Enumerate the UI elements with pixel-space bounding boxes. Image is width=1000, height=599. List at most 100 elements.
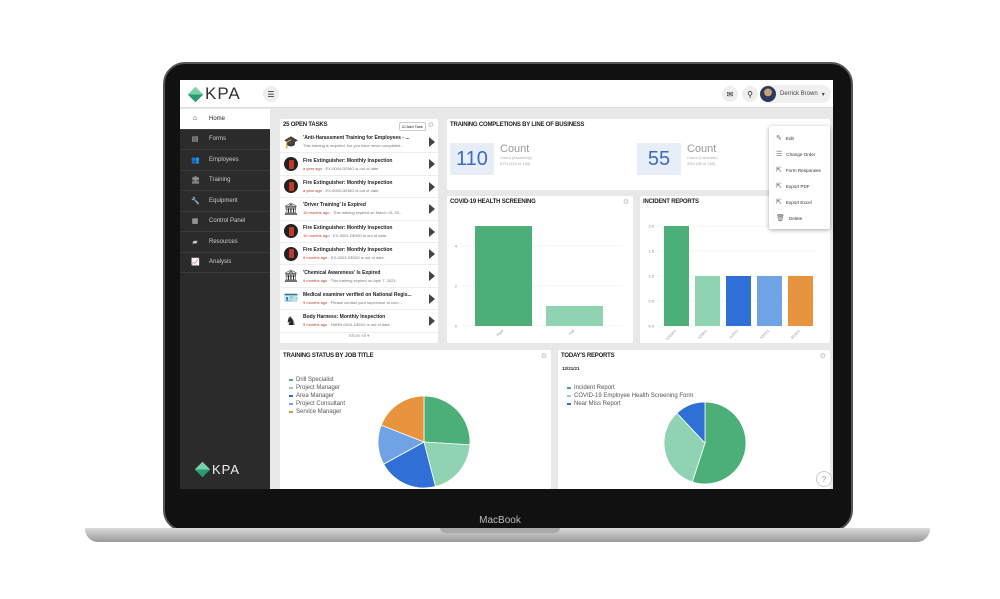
task-item[interactable]: Fire Extinguisher: Monthly Inspection 10 … [280, 221, 438, 243]
task-item[interactable]: Fire Extinguisher: Monthly Inspection a y… [280, 176, 438, 199]
bar [726, 276, 751, 326]
sidebar-item-label: Equipment [209, 197, 238, 204]
panel-title: TRAINING COMPLETIONS BY LINE OF BUSINESS [450, 122, 585, 128]
task-item[interactable]: 🎓 'Anti-Harassment Training for Employees… [280, 131, 438, 154]
play-arrow-icon[interactable] [429, 226, 435, 237]
menu-item-export-excel[interactable]: ⇱ Export Excel [769, 194, 830, 210]
extinguisher-icon [282, 177, 300, 195]
sidebar-item-home[interactable]: ⌂ Home [180, 109, 270, 130]
task-title: Fire Extinguisher: Monthly Inspection [303, 179, 393, 186]
play-arrow-icon[interactable] [429, 316, 435, 327]
task-item[interactable]: 🏛 'Driver Training' Is Expired 10 months a… [280, 198, 438, 221]
task-age: 9 months ago [303, 277, 328, 283]
y-tick-label: 4 [455, 244, 458, 249]
chevron-down-icon: ▾ [821, 91, 825, 98]
play-arrow-icon[interactable] [429, 181, 435, 192]
task-item[interactable]: 🪪 Medical examiner verified on National R… [280, 288, 438, 311]
menu-item-label: Change Order [786, 151, 816, 157]
sidebar-item-training[interactable]: 🏛 Training [180, 171, 270, 191]
task-item[interactable]: 🏛 'Chemical Awareness' Is Expired 9 months… [280, 265, 438, 288]
bar [546, 306, 603, 326]
search-icon[interactable]: ⚲ [742, 86, 758, 102]
external-icon: ⇱ [776, 199, 782, 206]
task-title: Medical examiner verified on National Re… [303, 291, 412, 298]
sidebar-item-analysis[interactable]: 📈 Analysis [180, 253, 270, 273]
top-header: KPA ☰ ✉ ⚲ Derrick Brown ▾ [180, 80, 833, 108]
add-task-label: Add Task [406, 124, 423, 129]
avatar [760, 86, 776, 102]
gear-icon[interactable]: ⚙ [541, 352, 547, 360]
task-age: 9 months ago [303, 255, 328, 261]
external-icon: ⇱ [776, 183, 782, 190]
help-icon[interactable]: ? [816, 471, 832, 487]
play-arrow-icon[interactable] [429, 293, 435, 304]
legend-swatch [567, 403, 571, 405]
task-detail: · HARN-0015-DEMO is out of date. [327, 322, 391, 328]
sidebar-item-equipment[interactable]: 🔧 Equipment [180, 191, 270, 212]
task-detail: · EX-0001-DEMO is out of date. [329, 232, 388, 238]
legend-item: Project Consultant [289, 400, 345, 408]
task-item[interactable]: ♞ Body Harness: Monthly Inspection 9 month… [280, 310, 438, 333]
legend-swatch [289, 411, 293, 413]
menu-item-export-pdf[interactable]: ⇱ Export PDF [769, 178, 830, 194]
mail-icon[interactable]: ✉ [722, 86, 738, 102]
legend-swatch [289, 403, 293, 405]
gear-icon[interactable]: ⚙ [820, 352, 826, 360]
task-detail: · EX-0003-DEMO is out of date. [327, 255, 385, 261]
sidebar-item-employees[interactable]: 👥 Employees [180, 150, 270, 171]
menu-item-change-order[interactable]: ☰ Change Order [769, 146, 830, 162]
task-title: 'Anti-Harassment Training for Employees … [303, 135, 410, 142]
kpa-diamond-icon [194, 461, 211, 478]
training-status-panel: TRAINING STATUS BY JOB TITLE ⚙ Drill Spe… [280, 350, 551, 489]
building-icon: 🏛 [283, 269, 299, 284]
play-arrow-icon[interactable] [429, 159, 435, 170]
task-age: 9 months ago [303, 322, 328, 328]
legend-label: COVID-19 Employee Health Screening Form [574, 393, 694, 399]
gear-icon[interactable]: ⚙ [623, 198, 629, 206]
x-tick-label: 12/20/21 [665, 329, 677, 341]
user-menu[interactable]: Derrick Brown ▾ [760, 85, 831, 103]
sidebar: ⌂ Home ▤ Forms 👥 Employees 🏛 Training 🔧 Equipment… [180, 109, 270, 489]
sidebar-item-label: Employees [209, 156, 239, 163]
gear-icon[interactable]: ⚙ [428, 121, 434, 129]
task-age: a year ago [303, 187, 322, 193]
edit-icon: ✎ [776, 135, 782, 142]
sidebar-item-resources[interactable]: ▰ Resources [180, 232, 270, 253]
training-status-pie [378, 396, 471, 489]
extinguisher-icon [282, 155, 300, 173]
play-arrow-icon[interactable] [429, 204, 435, 215]
sidebar-item-control-panel[interactable]: ▦ Control Panel [180, 212, 270, 232]
sidebar-item-label: Home [209, 115, 226, 122]
menu-item-edit[interactable]: ✎ Edit [769, 130, 830, 146]
sidebar-item-label: Training [209, 177, 231, 184]
open-tasks-panel: 25 OPEN TASKS ☑ Add Task ⚙ 🎓 'Anti-Harass… [280, 119, 438, 343]
sidebar-item-forms[interactable]: ▤ Forms [180, 130, 270, 150]
y-tick-label: 2 [455, 284, 458, 289]
task-item[interactable]: Fire Extinguisher: Monthly Inspection a y… [280, 153, 438, 176]
y-tick-label: 0.0 [648, 324, 654, 329]
menu-item-form-responses[interactable]: ⇱ Form Responses [769, 162, 830, 178]
menu-item-delete[interactable]: 🗑 Delete [769, 210, 830, 226]
task-detail: · Please contact your supervisor to com.… [327, 299, 402, 305]
sidebar-logo: KPA [194, 461, 240, 478]
panel-title: COVID-19 HEALTH SCREENING [450, 199, 536, 205]
show-all-link[interactable]: Show All ▾ [280, 333, 438, 339]
hamburger-menu-button[interactable]: ☰ [263, 86, 279, 102]
task-item[interactable]: Fire Extinguisher: Monthly Inspection 9 m… [280, 243, 438, 266]
add-task-button[interactable]: ☑ Add Task [399, 122, 426, 131]
play-arrow-icon[interactable] [429, 248, 435, 259]
legend: Drill Specialist Project Manager Area Mana… [289, 376, 345, 416]
laptop-notch [440, 528, 560, 533]
y-tick-label: 0.5 [648, 299, 654, 304]
menu-item-label: Edit [785, 135, 794, 141]
play-arrow-icon[interactable] [429, 137, 435, 147]
forms-icon: ▤ [191, 136, 199, 144]
covid-screening-panel: COVID-19 HEALTH SCREENING ⚙ 0 2 4 Pass Fail [447, 196, 633, 343]
play-arrow-icon[interactable] [429, 271, 435, 282]
sidebar-item-label: Forms [209, 136, 226, 143]
x-tick-label: 10/1/21 [759, 329, 770, 340]
logo[interactable]: KPA [187, 84, 241, 104]
count-percent: 33% (55 of 165) [687, 161, 716, 166]
bar [788, 276, 813, 326]
legend-label: Drill Specialist [296, 377, 334, 383]
